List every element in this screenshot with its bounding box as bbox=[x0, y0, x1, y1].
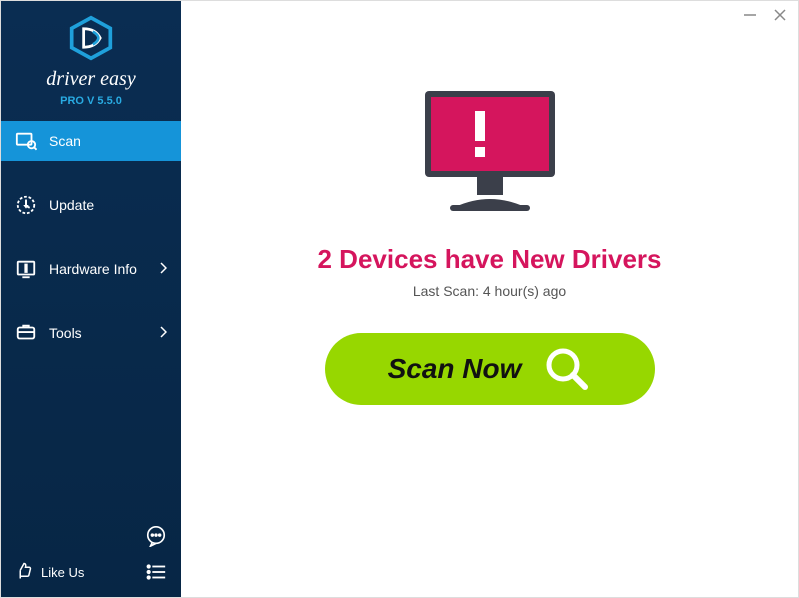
scan-now-label: Scan Now bbox=[388, 353, 522, 385]
thumbs-up-icon bbox=[15, 562, 33, 583]
app-window: driver easy PRO V 5.5.0 Scan bbox=[0, 0, 799, 598]
magnifier-icon bbox=[543, 345, 591, 393]
main-panel: 2 Devices have New Drivers Last Scan: 4 … bbox=[181, 1, 798, 597]
sidebar-item-update[interactable]: Update bbox=[1, 185, 181, 225]
window-controls bbox=[742, 7, 788, 23]
logo-area: driver easy PRO V 5.5.0 bbox=[1, 1, 181, 115]
menu-list-icon bbox=[145, 561, 167, 583]
scan-now-button[interactable]: Scan Now bbox=[325, 333, 655, 405]
brand-name: driver easy bbox=[1, 68, 181, 91]
sidebar-item-hardware-info[interactable]: i Hardware Info bbox=[1, 249, 181, 289]
tools-icon bbox=[15, 322, 37, 344]
sidebar: driver easy PRO V 5.5.0 Scan bbox=[1, 1, 181, 597]
minimize-button[interactable] bbox=[742, 7, 758, 23]
like-us-label: Like Us bbox=[41, 565, 84, 580]
menu-button[interactable] bbox=[145, 561, 167, 583]
status-substatus: Last Scan: 4 hour(s) ago bbox=[413, 283, 566, 299]
chevron-right-icon bbox=[159, 326, 167, 341]
version-label: PRO V 5.5.0 bbox=[1, 95, 181, 107]
chevron-right-icon bbox=[159, 262, 167, 277]
sidebar-bottom-icons bbox=[145, 525, 167, 583]
feedback-button[interactable] bbox=[145, 525, 167, 547]
update-icon bbox=[15, 194, 37, 216]
status-headline: 2 Devices have New Drivers bbox=[318, 244, 662, 275]
sidebar-item-label: Update bbox=[49, 197, 94, 213]
chat-icon bbox=[145, 525, 167, 547]
hardware-icon: i bbox=[15, 258, 37, 280]
svg-text:i: i bbox=[25, 264, 28, 275]
sidebar-item-tools[interactable]: Tools bbox=[1, 313, 181, 353]
scan-icon bbox=[15, 130, 37, 152]
monitor-alert-icon bbox=[415, 85, 565, 215]
sidebar-nav: Scan Update i bbox=[1, 121, 181, 377]
like-us-button[interactable]: Like Us bbox=[15, 562, 84, 583]
close-button[interactable] bbox=[772, 7, 788, 23]
status-illustration bbox=[415, 85, 565, 220]
sidebar-item-scan[interactable]: Scan bbox=[1, 121, 181, 161]
sidebar-item-label: Scan bbox=[49, 133, 81, 149]
sidebar-item-label: Hardware Info bbox=[49, 261, 137, 277]
sidebar-item-label: Tools bbox=[49, 325, 82, 341]
logo-icon bbox=[68, 15, 114, 61]
